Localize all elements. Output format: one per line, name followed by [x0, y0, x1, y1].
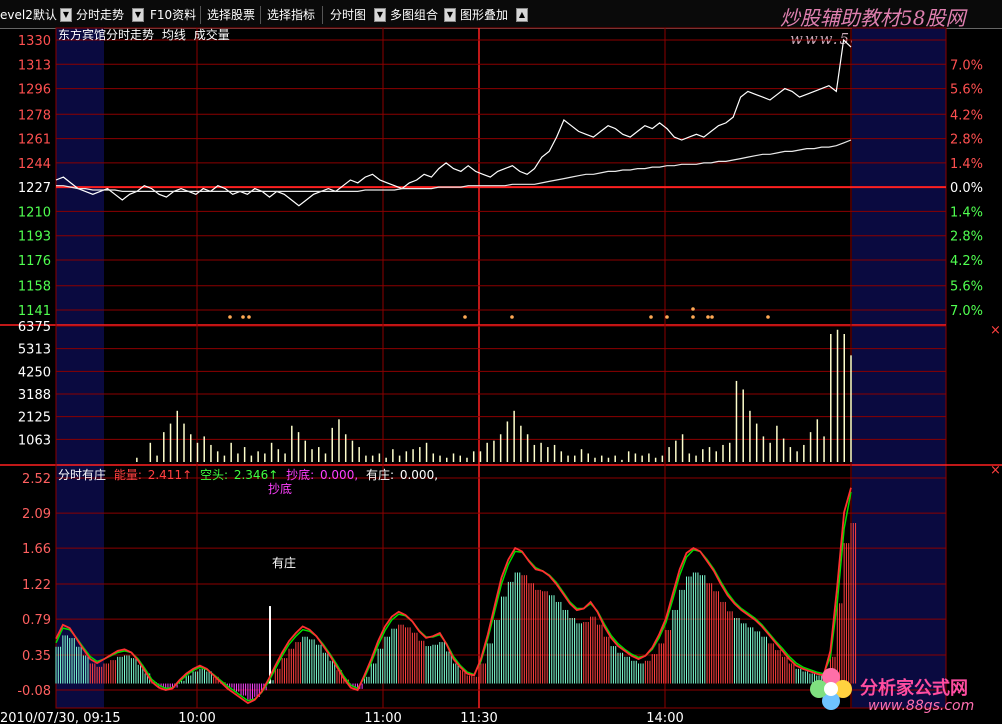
energy-label: 能量:	[113, 468, 142, 482]
brand-bottom: 分析家公式网	[860, 678, 968, 699]
price-tick: 1210	[18, 205, 51, 220]
url-bottom: www.88gs.com	[868, 698, 975, 714]
pct-tick: 7.0%	[950, 58, 983, 73]
short-label: 空头:	[199, 468, 229, 482]
intraday-chart: 1330 1313 1296 1278 1261 1244 1227 1210 1193 1176…	[0, 27, 1002, 724]
pct-tick: 4.2%	[950, 254, 983, 269]
ind-tick: 1.22	[22, 578, 51, 593]
ind-tick: 0.35	[22, 649, 51, 664]
time-tick: 11:30	[460, 711, 497, 724]
trade-dot	[649, 315, 653, 319]
trade-dot	[665, 315, 669, 319]
price-tick: 1261	[18, 133, 51, 148]
time-tick: 2010/07/30, 09:15	[0, 711, 121, 724]
price-tick: 1158	[18, 280, 51, 295]
trade-dot	[463, 315, 467, 319]
price-tick: 1278	[18, 108, 51, 123]
close-panel-icon: ×	[990, 463, 1001, 478]
vol-tick: 6375	[18, 320, 51, 335]
legend-volume: 成交量	[193, 28, 230, 42]
time-tick: 14:00	[646, 711, 683, 724]
trade-dot	[691, 307, 695, 311]
premarket-shade	[56, 28, 104, 708]
ind-tick: -0.08	[17, 684, 51, 699]
indicator-header: 分时有庄 能量: 2.411↑ 空头: 2.346↑ 抄底: 0.000, 有庄…	[58, 466, 438, 483]
indicator-title: 分时有庄	[58, 468, 107, 482]
pct-tick: 2.8%	[950, 133, 983, 148]
pct-tick: 4.2%	[950, 108, 983, 123]
vol-tick: 1063	[18, 433, 51, 448]
price-tick: 1313	[18, 58, 51, 73]
price-tick: 1296	[18, 83, 51, 98]
pct-tick: 5.6%	[950, 280, 983, 295]
bottom-value: 0.000,	[319, 468, 359, 482]
trade-dot	[247, 315, 251, 319]
vol-tick: 4250	[18, 365, 51, 380]
trade-dot	[241, 315, 245, 319]
price-tick: 1330	[18, 34, 51, 49]
price-tick: 1193	[18, 230, 51, 245]
ind-tick: 2.52	[22, 472, 51, 487]
vol-tick: 3188	[18, 388, 51, 403]
time-tick: 10:00	[178, 711, 215, 724]
chart-title: 东方宾馆分时走势	[58, 28, 155, 42]
pct-tick: 0.0%	[950, 181, 983, 196]
trade-dot	[706, 315, 710, 319]
pct-tick: 5.6%	[950, 83, 983, 98]
pct-tick: 2.8%	[950, 230, 983, 245]
ind-tick: 1.66	[22, 542, 51, 557]
price-tick: 1244	[18, 157, 51, 172]
trade-dot	[766, 315, 770, 319]
time-tick: 11:00	[364, 711, 401, 724]
price-tick: 1227	[18, 181, 51, 196]
ind-tick: 2.09	[22, 507, 51, 522]
ind-tick: 0.79	[22, 613, 51, 628]
banker-annotation: 有庄	[272, 556, 297, 570]
trade-dot	[691, 315, 695, 319]
banker-value: 0.000,	[399, 468, 439, 482]
banker-label: 有庄:	[365, 468, 395, 482]
legend-avg: 均线	[161, 28, 186, 42]
bottom-marker-label: 抄底	[268, 482, 293, 496]
vol-tick: 2125	[18, 411, 51, 426]
close-panel-icon: ×	[990, 323, 1001, 338]
pct-tick: 1.4%	[950, 205, 983, 220]
energy-value: 2.411↑	[147, 468, 193, 482]
trade-dot	[228, 315, 232, 319]
vol-tick: 5313	[18, 343, 51, 358]
price-tick: 1176	[18, 254, 51, 269]
pct-tick: 7.0%	[950, 304, 983, 319]
pct-tick: 1.4%	[950, 157, 983, 172]
price-line	[55, 38, 852, 207]
avg-line	[56, 139, 852, 192]
price-panel-header: 东方宾馆分时走势 均线 成交量	[58, 26, 230, 43]
trade-dot	[510, 315, 514, 319]
price-tick: 1141	[18, 304, 51, 319]
trade-dot	[710, 315, 714, 319]
aftermarket-shade	[852, 28, 946, 708]
logo-flower-icon	[806, 664, 856, 718]
